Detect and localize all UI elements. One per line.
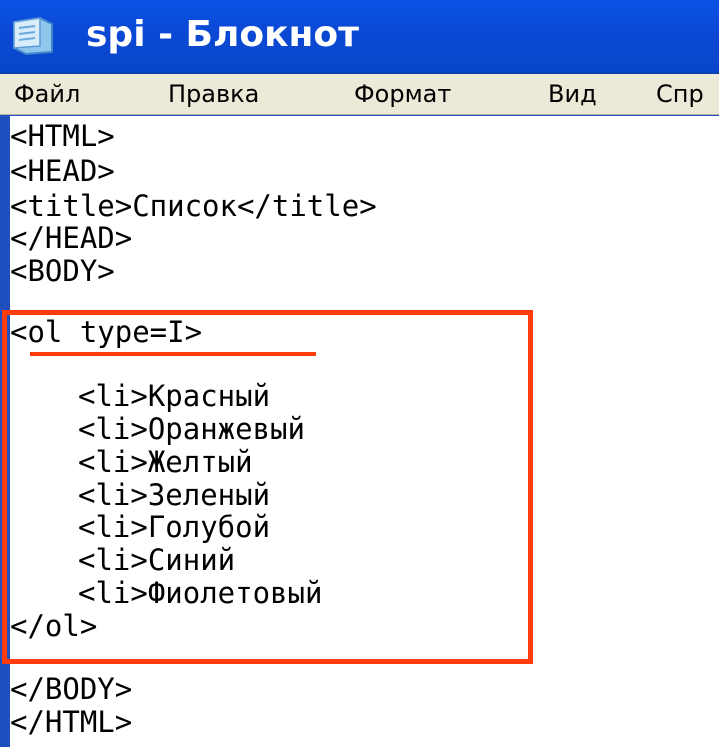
code-line: <BODY>	[10, 254, 115, 288]
menu-edit[interactable]: Правка	[168, 74, 259, 114]
menu-view[interactable]: Вид	[548, 74, 597, 114]
menu-file[interactable]: Файл	[14, 74, 80, 114]
highlight-box	[2, 310, 533, 664]
notepad-icon	[10, 16, 56, 56]
code-line: </BODY>	[10, 672, 133, 706]
underline-mark	[30, 352, 316, 356]
code-line: <title>Список</title>	[10, 189, 377, 223]
window-title: spi - Блокнот	[86, 14, 359, 55]
menu-help[interactable]: Спр	[656, 74, 704, 114]
title-bar[interactable]: spi - Блокнот	[0, 0, 719, 74]
code-line: </HEAD>	[10, 221, 133, 255]
menu-bar: Файл Правка Формат Вид Спр	[0, 74, 719, 115]
code-line: </HTML>	[10, 705, 133, 739]
code-line: <HEAD>	[10, 154, 115, 188]
menu-format[interactable]: Формат	[354, 74, 451, 114]
code-line: <HTML>	[10, 119, 115, 153]
